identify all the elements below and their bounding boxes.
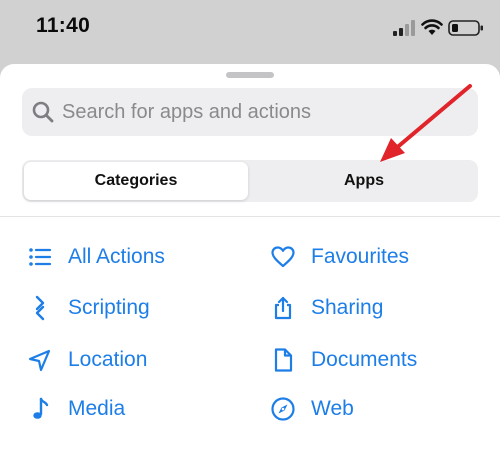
category-location[interactable]: Location xyxy=(27,343,147,377)
heart-icon xyxy=(271,246,295,268)
wifi-icon xyxy=(421,19,443,35)
divider xyxy=(0,216,500,217)
category-label: Favourites xyxy=(311,245,410,268)
compass-icon xyxy=(271,397,295,421)
sheet-grabber[interactable] xyxy=(226,72,274,78)
cellular-signal-icon xyxy=(393,20,415,36)
category-label: Web xyxy=(311,397,354,420)
category-label: Sharing xyxy=(311,296,384,319)
category-scripting[interactable]: Scripting xyxy=(27,291,150,325)
status-bar: 11:40 xyxy=(0,0,500,60)
category-all-actions[interactable]: All Actions xyxy=(27,240,165,274)
search-icon xyxy=(32,101,54,123)
document-icon xyxy=(274,348,293,372)
music-note-icon xyxy=(33,397,49,419)
location-arrow-icon xyxy=(28,349,51,372)
category-documents[interactable]: Documents xyxy=(270,343,417,377)
tab-categories[interactable]: Categories xyxy=(24,162,248,200)
status-time: 11:40 xyxy=(36,14,91,37)
category-label: Media xyxy=(68,397,126,420)
category-web[interactable]: Web xyxy=(270,392,354,426)
category-media[interactable]: Media xyxy=(27,392,125,426)
share-icon xyxy=(274,296,292,320)
category-label: All Actions xyxy=(68,245,165,268)
battery-low-icon xyxy=(448,20,483,36)
category-label: Documents xyxy=(311,348,418,371)
category-favourites[interactable]: Favourites xyxy=(270,240,409,274)
annotation-arrow-icon xyxy=(380,84,472,162)
list-icon xyxy=(29,248,52,266)
scripting-icon xyxy=(35,295,45,321)
category-label: Location xyxy=(68,348,148,371)
category-sharing[interactable]: Sharing xyxy=(270,291,383,325)
category-label: Scripting xyxy=(68,296,150,319)
